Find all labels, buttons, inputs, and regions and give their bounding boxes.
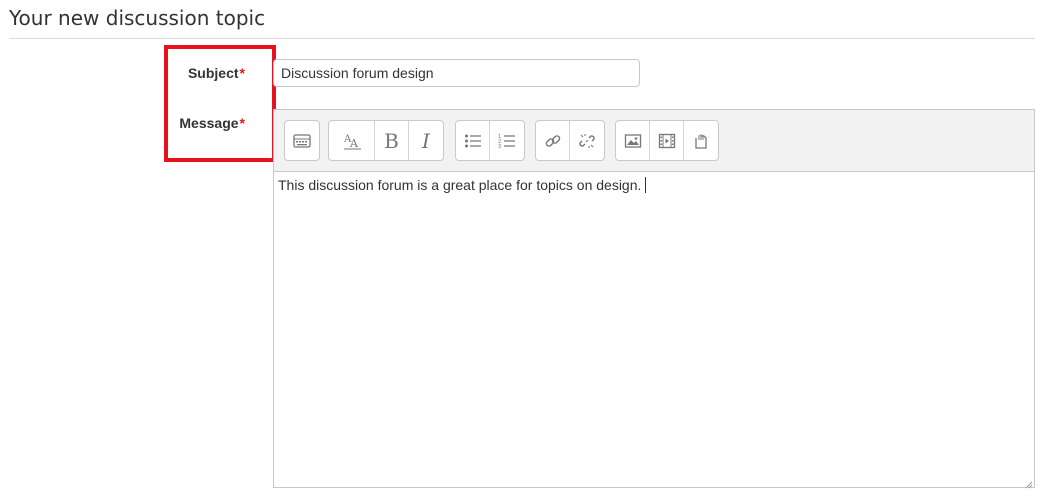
message-text: This discussion forum is a great place f…: [278, 177, 642, 193]
manage-files-button[interactable]: [684, 121, 718, 160]
ordered-list-icon: 123: [498, 133, 516, 149]
unordered-list-icon: [464, 133, 482, 149]
toolbar-group-lists: 123: [455, 120, 525, 161]
font-size-icon: AA: [342, 132, 362, 150]
italic-button[interactable]: I: [409, 121, 443, 160]
unlink-button[interactable]: [570, 121, 604, 160]
svg-text:3: 3: [498, 144, 501, 149]
editor-toolbar: AA B I 123: [274, 110, 1034, 172]
unlink-icon: [578, 132, 596, 150]
toolbar-group-collapse: [284, 120, 320, 161]
font-size-button[interactable]: AA: [329, 121, 375, 160]
italic-icon: I: [422, 128, 430, 153]
media-button[interactable]: [650, 121, 684, 160]
toolbar-group-links: [535, 120, 605, 161]
message-textarea[interactable]: This discussion forum is a great place f…: [274, 172, 1034, 487]
svg-text:A: A: [349, 137, 359, 150]
media-icon: [658, 133, 676, 149]
label-highlight-box: [164, 45, 276, 162]
resize-handle[interactable]: [1023, 476, 1033, 489]
toolbar-group-style: AA B I: [328, 120, 444, 161]
link-button[interactable]: [536, 121, 570, 160]
file-manage-icon: [692, 132, 710, 150]
text-cursor: [645, 177, 647, 193]
bold-icon: B: [384, 128, 399, 153]
toolbar-group-insert: [615, 120, 719, 161]
toolbar-toggle-button[interactable]: [285, 121, 319, 160]
message-editor[interactable]: AA B I 123 This discussion forum is a gr…: [273, 109, 1035, 489]
toolbar-toggle-icon: [293, 133, 311, 149]
page-title: Your new discussion topic: [9, 6, 266, 30]
subject-input[interactable]: [273, 59, 640, 87]
link-icon: [544, 132, 562, 150]
unordered-list-button[interactable]: [456, 121, 490, 160]
title-divider: [9, 38, 1035, 39]
image-button[interactable]: [616, 121, 650, 160]
bold-button[interactable]: B: [375, 121, 409, 160]
ordered-list-button[interactable]: 123: [490, 121, 524, 160]
image-icon: [624, 133, 642, 149]
